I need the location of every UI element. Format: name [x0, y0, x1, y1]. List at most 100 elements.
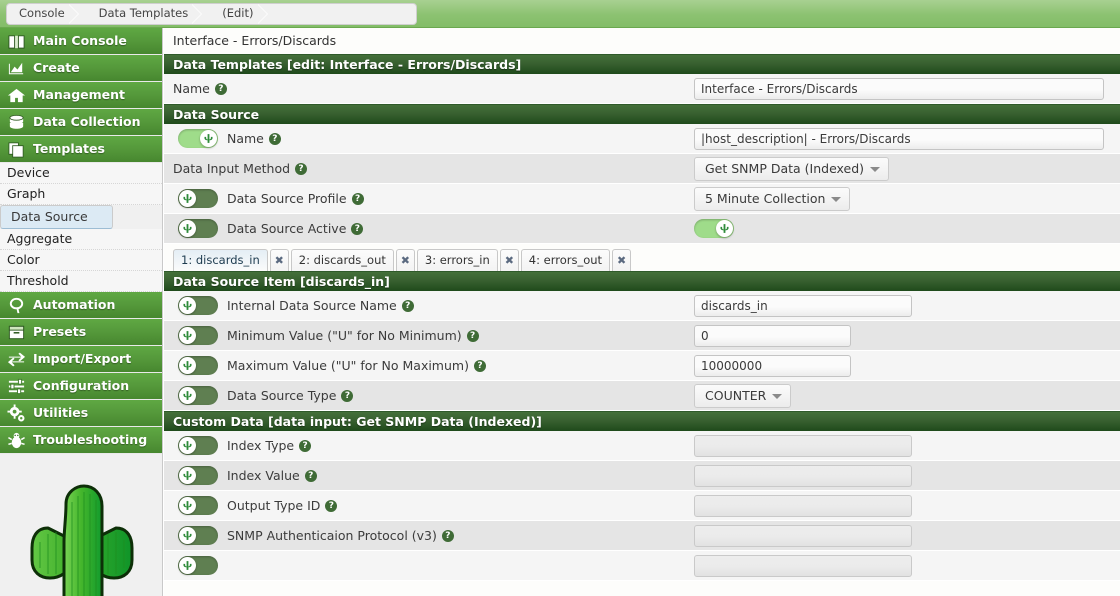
- template-override-toggle[interactable]: [178, 189, 218, 208]
- template-override-toggle[interactable]: [178, 466, 218, 485]
- template-override-toggle[interactable]: [178, 526, 218, 545]
- form-row-label-cell: [164, 556, 694, 575]
- sidebar-subitem-aggregate[interactable]: Aggregate: [0, 229, 162, 250]
- help-icon[interactable]: ?: [466, 329, 479, 342]
- help-icon[interactable]: ?: [299, 439, 312, 452]
- form-field-label-text: Index Type: [227, 438, 295, 453]
- form-field-label-text: Name: [227, 131, 264, 146]
- help-icon[interactable]: ?: [401, 299, 414, 312]
- form-row-control-cell: discards_in: [694, 294, 1120, 317]
- text-input[interactable]: discards_in: [694, 294, 912, 317]
- help-icon[interactable]: ?: [325, 499, 338, 512]
- chevron-down-icon: [831, 196, 842, 202]
- data-source-item-tabs: 1: discards_in ✖ 2: discards_out ✖ 3: errors…: [164, 244, 1120, 271]
- data-source-active-switch[interactable]: [694, 219, 734, 238]
- select-value: COUNTER: [705, 388, 767, 403]
- template-override-toggle[interactable]: [178, 496, 218, 515]
- help-icon[interactable]: ?: [351, 222, 364, 235]
- tab-label[interactable]: 3: errors_in: [416, 249, 498, 271]
- help-icon[interactable]: ?: [214, 82, 227, 95]
- toggle-knob: [179, 220, 196, 237]
- sidebar-item-create[interactable]: Create: [0, 55, 162, 82]
- data-source-item-tab[interactable]: 2: discards_out ✖: [290, 249, 415, 271]
- select-dropdown[interactable]: 5 Minute Collection: [694, 186, 851, 211]
- form-row: Data Source Profile? 5 Minute Collection: [164, 184, 1120, 214]
- close-icon[interactable]: ✖: [269, 249, 289, 271]
- text-input[interactable]: 10000000: [694, 354, 851, 377]
- close-icon[interactable]: ✖: [499, 249, 519, 271]
- tab-label[interactable]: 1: discards_in: [173, 249, 268, 271]
- text-input[interactable]: |host_description| - Errors/Discards: [694, 127, 1104, 150]
- tab-label[interactable]: 2: discards_out: [290, 249, 394, 271]
- exchange-icon: [7, 350, 26, 369]
- sidebar-item-templates[interactable]: Templates: [0, 136, 162, 163]
- form-row: Minimum Value ("U" for No Minimum)? 0: [164, 321, 1120, 351]
- form-field-label: Data Source Profile?: [227, 191, 364, 206]
- form-row-control-cell: 10000000: [694, 354, 1120, 377]
- template-override-toggle[interactable]: [178, 436, 218, 455]
- help-icon[interactable]: ?: [268, 132, 281, 145]
- template-override-toggle[interactable]: [178, 296, 218, 315]
- toggle-knob: [179, 437, 196, 454]
- breadcrumb-item-2[interactable]: (Edit): [210, 4, 275, 24]
- form-row-label-cell: Index Type?: [164, 436, 694, 455]
- sidebar-subitem-graph[interactable]: Graph: [0, 184, 162, 205]
- cactus-knob-icon: [720, 224, 729, 233]
- breadcrumb-item-1[interactable]: Data Templates: [87, 4, 211, 24]
- help-icon[interactable]: ?: [341, 389, 354, 402]
- template-override-toggle[interactable]: [178, 326, 218, 345]
- sidebar-item-management[interactable]: Management: [0, 82, 162, 109]
- breadcrumb-item-0[interactable]: Console: [7, 4, 87, 24]
- sidebar-item-automation[interactable]: Automation: [0, 292, 162, 319]
- select-dropdown[interactable]: Get SNMP Data (Indexed): [694, 156, 890, 181]
- sidebar-item-presets[interactable]: Presets: [0, 319, 162, 346]
- sidebar-item-utilities[interactable]: Utilities: [0, 400, 162, 427]
- sidebar-item-import-export[interactable]: Import/Export: [0, 346, 162, 373]
- form-row-control-cell: [694, 494, 1120, 517]
- lasso-icon: [7, 296, 26, 315]
- home-icon: [7, 86, 26, 105]
- cactus-knob-icon: [183, 561, 192, 570]
- text-input[interactable]: 0: [694, 324, 851, 347]
- template-override-toggle[interactable]: [178, 219, 218, 238]
- template-name-input[interactable]: Interface - Errors/Discards: [694, 77, 1104, 100]
- help-icon[interactable]: ?: [295, 162, 308, 175]
- sidebar-subitem-color[interactable]: Color: [0, 250, 162, 271]
- form-field-label-text: Data Input Method: [173, 161, 291, 176]
- help-icon[interactable]: ?: [473, 359, 486, 372]
- sidebar-subitem-device[interactable]: Device: [0, 163, 162, 184]
- sidebar-subitem-data-source[interactable]: Data Source: [0, 205, 113, 229]
- template-override-toggle[interactable]: [178, 386, 218, 405]
- form-row-control-cell: |host_description| - Errors/Discards: [694, 127, 1120, 150]
- template-override-toggle[interactable]: [178, 129, 218, 148]
- data-source-item-tab[interactable]: 3: errors_in ✖: [416, 249, 519, 271]
- chevron-down-icon: [870, 166, 881, 172]
- tab-label[interactable]: 4: errors_out: [520, 249, 611, 271]
- toggle-knob: [716, 220, 733, 237]
- form-row-control-cell: [694, 464, 1120, 487]
- help-icon[interactable]: ?: [441, 529, 454, 542]
- form-row: Index Value?: [164, 461, 1120, 491]
- data-source-item-tab[interactable]: 4: errors_out ✖: [520, 249, 632, 271]
- form-row-control-cell: 5 Minute Collection: [694, 186, 1120, 211]
- sidebar-item-label: Configuration: [33, 378, 130, 393]
- sidebar-subitem-threshold[interactable]: Threshold: [0, 271, 162, 292]
- template-override-toggle[interactable]: [178, 356, 218, 375]
- form-row-label-cell: Index Value?: [164, 466, 694, 485]
- form-field-label: Maximum Value ("U" for No Maximum)?: [227, 358, 486, 373]
- sidebar-item-data-collection[interactable]: Data Collection: [0, 109, 162, 136]
- close-icon[interactable]: ✖: [395, 249, 415, 271]
- close-icon[interactable]: ✖: [612, 249, 632, 271]
- form-field-label: Internal Data Source Name?: [227, 298, 414, 313]
- select-dropdown[interactable]: COUNTER: [694, 383, 792, 408]
- form-row-control-cell: [694, 554, 1120, 577]
- help-icon[interactable]: ?: [304, 469, 317, 482]
- sidebar-item-label: Automation: [33, 297, 116, 312]
- template-override-toggle[interactable]: [178, 556, 218, 575]
- sidebar-item-configuration[interactable]: Configuration: [0, 373, 162, 400]
- sidebar-item-main-console[interactable]: Main Console: [0, 28, 162, 55]
- form-field-label: Output Type ID?: [227, 498, 338, 513]
- data-source-item-tab[interactable]: 1: discards_in ✖: [173, 249, 289, 271]
- sidebar-item-troubleshooting[interactable]: Troubleshooting: [0, 427, 162, 454]
- help-icon[interactable]: ?: [351, 192, 364, 205]
